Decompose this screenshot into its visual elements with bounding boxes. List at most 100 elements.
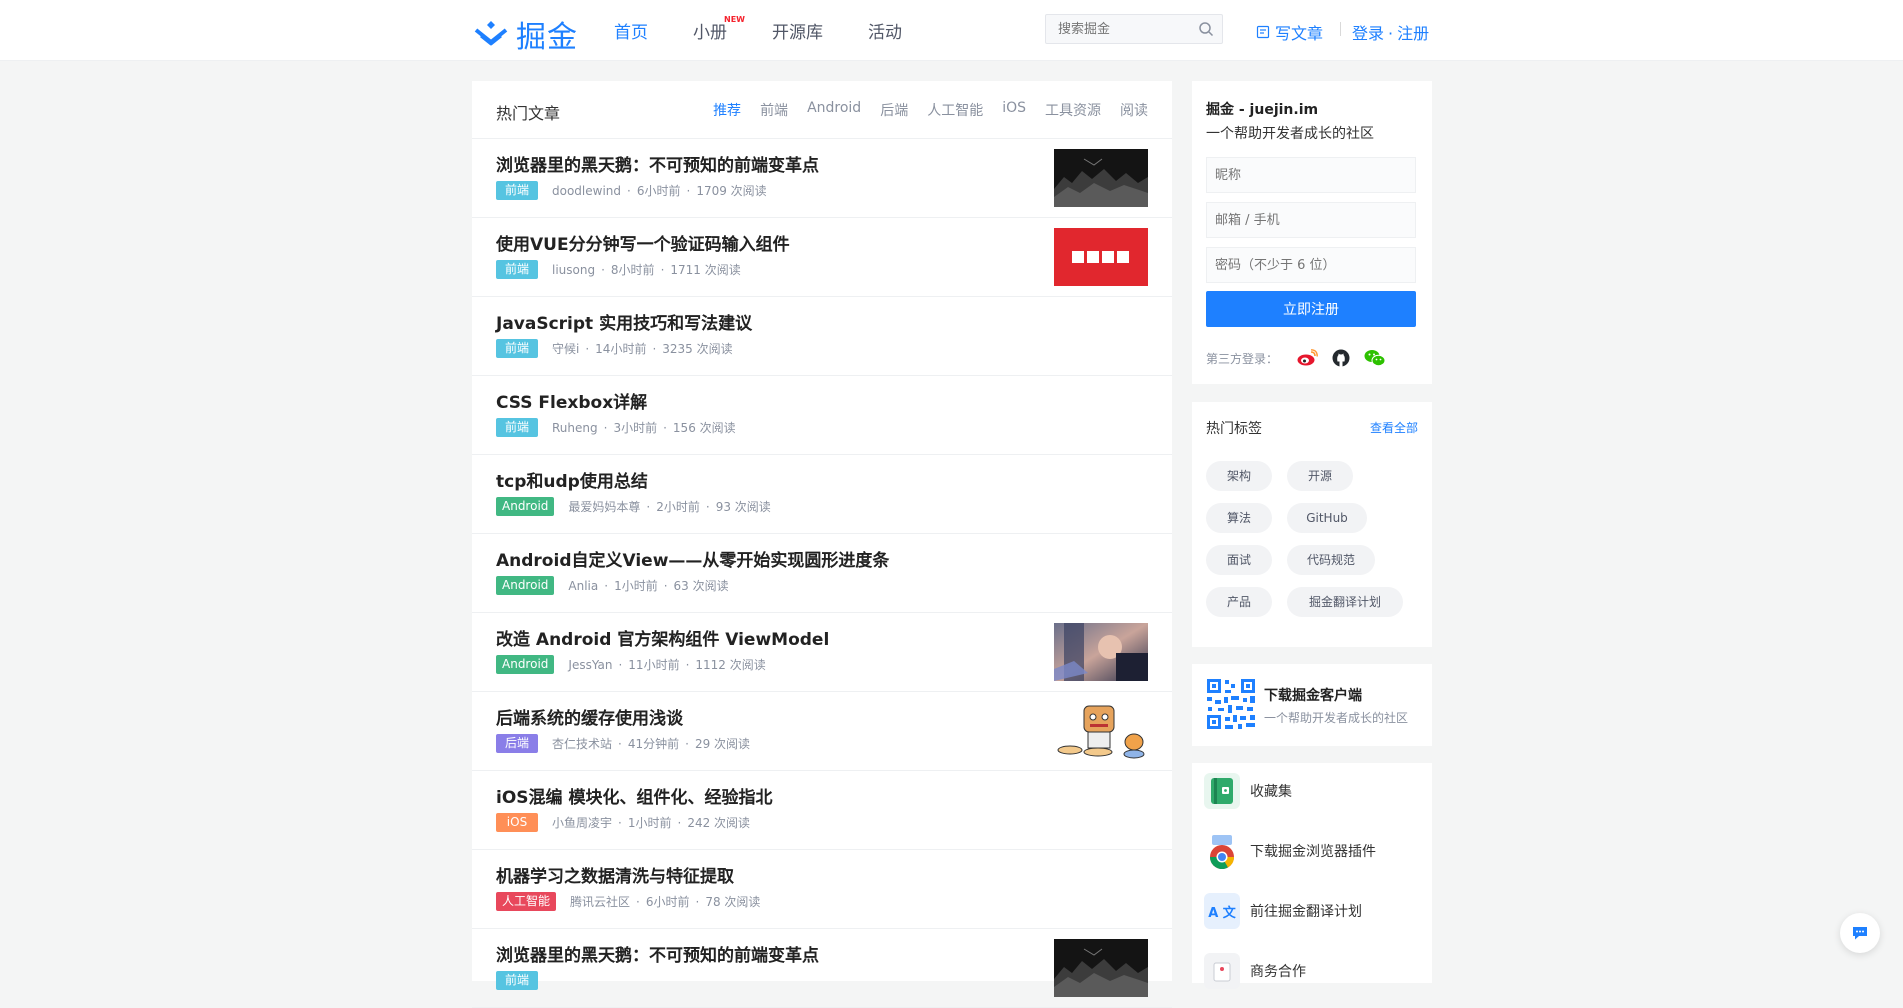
category-tag[interactable]: Android — [496, 497, 555, 516]
link-business[interactable]: 商务合作 — [1204, 953, 1306, 989]
email-phone-field[interactable] — [1206, 202, 1416, 238]
article-thumbnail[interactable] — [1054, 228, 1148, 286]
category-tag[interactable]: Android — [496, 655, 555, 674]
tab-reading[interactable]: 阅读 — [1120, 100, 1148, 120]
article-meta: Android JessYan · 11小时前 · 1112 次阅读 — [496, 655, 766, 674]
article-title[interactable]: iOS混编 模块化、组件化、经验指北 — [496, 783, 772, 808]
tab-android[interactable]: Android — [807, 100, 861, 120]
tab-ios[interactable]: iOS — [1002, 100, 1026, 120]
article-title[interactable]: tcp和udp使用总结 — [496, 467, 648, 492]
category-tag[interactable]: 前端 — [496, 418, 538, 437]
meta-separator: · — [601, 262, 605, 277]
link-label: 商务合作 — [1250, 964, 1306, 980]
article-thumbnail[interactable] — [1054, 939, 1148, 997]
article-title[interactable]: 浏览器里的黑天鹅：不可预知的前端变革点 — [496, 941, 819, 966]
article-thumbnail[interactable] — [1054, 149, 1148, 207]
search-icon[interactable] — [1198, 21, 1214, 37]
article-time: 11小时前 — [628, 658, 680, 672]
write-article-button[interactable]: 写文章 — [1256, 20, 1323, 44]
search-input[interactable] — [1046, 15, 1210, 43]
meta-separator: · — [663, 578, 668, 593]
article-item[interactable]: 机器学习之数据清洗与特征提取 人工智能 腾讯云社区 · 6小时前 · 78 次阅读 — [472, 850, 1172, 929]
hot-tag[interactable]: 掘金翻译计划 — [1287, 587, 1403, 617]
tab-recommended[interactable]: 推荐 — [713, 100, 741, 120]
password-field[interactable] — [1206, 247, 1416, 283]
article-author[interactable]: JessYan — [568, 658, 612, 672]
article-item[interactable]: Android自定义View——从零开始实现圆形进度条 Android Anlia ·… — [472, 534, 1172, 613]
tab-frontend[interactable]: 前端 — [760, 100, 788, 120]
category-tag[interactable]: iOS — [496, 813, 538, 832]
article-item[interactable]: CSS Flexbox详解 前端 Ruheng · 3小时前 · 156 次阅读 — [472, 376, 1172, 455]
third-party-label: 第三方登录： — [1206, 351, 1279, 366]
login-link[interactable]: 登录 — [1352, 24, 1384, 43]
article-title[interactable]: 使用VUE分分钟写一个验证码输入组件 — [496, 230, 790, 255]
tab-ai[interactable]: 人工智能 — [927, 100, 983, 120]
category-tag[interactable]: 人工智能 — [496, 892, 557, 911]
article-reads: 29 次阅读 — [694, 737, 751, 751]
hot-tag[interactable]: 架构 — [1206, 461, 1272, 491]
chat-bubble-icon — [1853, 927, 1867, 940]
link-translation-plan[interactable]: A 文 前往掘金翻译计划 — [1204, 893, 1362, 929]
tab-tools[interactable]: 工具资源 — [1045, 100, 1101, 120]
article-author[interactable]: doodlewind — [552, 184, 621, 198]
article-author[interactable]: 小鱼周凌宇 — [552, 814, 612, 831]
article-title[interactable]: 改造 Android 官方架构组件 ViewModel — [496, 625, 829, 650]
register-link[interactable]: 注册 — [1397, 24, 1429, 43]
category-tag[interactable]: 前端 — [496, 339, 538, 358]
article-author[interactable]: 守候i — [552, 340, 579, 357]
app-download-card[interactable]: 下载掘金客户端 一个帮助开发者成长的社区 — [1192, 664, 1432, 746]
article-title[interactable]: Android自定义View——从零开始实现圆形进度条 — [496, 546, 889, 571]
tab-backend[interactable]: 后端 — [880, 100, 908, 120]
nav-item-books[interactable]: 小册 NEW — [693, 15, 745, 43]
hot-tag[interactable]: 代码规范 — [1287, 545, 1375, 575]
nav-item-repos[interactable]: 开源库 — [772, 18, 823, 43]
article-thumbnail[interactable] — [1054, 702, 1148, 760]
link-browser-extension[interactable]: 下载掘金浏览器插件 — [1204, 833, 1376, 869]
feed-title: 热门文章 — [496, 104, 561, 123]
article-author[interactable]: Anlia — [568, 579, 598, 593]
juejin-logo[interactable]: 掘金 — [472, 12, 578, 56]
wechat-icon[interactable] — [1364, 349, 1386, 367]
article-author[interactable]: 杏仁技术站 — [552, 735, 612, 752]
article-reads: 63 次阅读 — [673, 579, 729, 593]
category-tag[interactable]: Android — [496, 576, 555, 595]
article-thumbnail[interactable] — [1054, 623, 1148, 681]
link-collections[interactable]: 收藏集 — [1204, 773, 1292, 809]
article-item[interactable]: JavaScript 实用技巧和写法建议 前端 守候i · 14小时前 · 3235 次阅读 — [472, 297, 1172, 376]
article-author[interactable]: 腾讯云社区 — [570, 893, 630, 910]
article-author[interactable]: liusong — [552, 263, 595, 277]
nav-item-events[interactable]: 活动 — [868, 18, 902, 43]
article-item[interactable]: 使用VUE分分钟写一个验证码输入组件 前端 liusong · 8小时前 · 1711 次阅… — [472, 218, 1172, 297]
hot-tag[interactable]: 开源 — [1287, 461, 1353, 491]
article-item[interactable]: 浏览器里的黑天鹅：不可预知的前端变革点 前端 — [472, 929, 1172, 1008]
article-title[interactable]: 浏览器里的黑天鹅：不可预知的前端变革点 — [496, 151, 819, 176]
feedback-chat-button[interactable] — [1840, 913, 1880, 953]
category-tag[interactable]: 前端 — [496, 181, 538, 200]
article-title[interactable]: 后端系统的缓存使用浅谈 — [496, 704, 683, 729]
article-item[interactable]: tcp和udp使用总结 Android 最爱妈妈本尊 · 2小时前 · 93 次阅读 — [472, 455, 1172, 534]
hot-tag[interactable]: GitHub — [1287, 503, 1367, 533]
meta-separator: · — [663, 420, 667, 435]
article-item[interactable]: 后端系统的缓存使用浅谈 后端 杏仁技术站 · 41分钟前 · 29 次阅读 — [472, 692, 1172, 771]
nav-item-home[interactable]: 首页 — [614, 18, 648, 43]
view-all-tags-link[interactable]: 查看全部 — [1370, 419, 1418, 436]
weibo-icon[interactable] — [1296, 349, 1318, 367]
hot-tag[interactable]: 算法 — [1206, 503, 1272, 533]
article-time: 41分钟前 — [627, 737, 680, 751]
register-button[interactable]: 立即注册 — [1206, 291, 1416, 327]
article-title[interactable]: JavaScript 实用技巧和写法建议 — [496, 309, 752, 334]
nickname-field[interactable] — [1206, 157, 1416, 193]
article-title[interactable]: CSS Flexbox详解 — [496, 388, 647, 413]
category-tag[interactable]: 后端 — [496, 734, 538, 753]
article-author[interactable]: 最爱妈妈本尊 — [568, 498, 640, 515]
article-item[interactable]: iOS混编 模块化、组件化、经验指北 iOS 小鱼周凌宇 · 1小时前 · 242 次阅读 — [472, 771, 1172, 850]
github-icon[interactable] — [1332, 349, 1350, 367]
article-title[interactable]: 机器学习之数据清洗与特征提取 — [496, 862, 734, 887]
hot-tag[interactable]: 产品 — [1206, 587, 1272, 617]
article-author[interactable]: Ruheng — [552, 421, 598, 435]
article-item[interactable]: 浏览器里的黑天鹅：不可预知的前端变革点 前端 doodlewind · 6小时前 · 170… — [472, 139, 1172, 218]
article-item[interactable]: 改造 Android 官方架构组件 ViewModel Android JessYa… — [472, 613, 1172, 692]
category-tag[interactable]: 前端 — [496, 260, 538, 279]
hot-tag[interactable]: 面试 — [1206, 545, 1272, 575]
article-feed: 热门文章 推荐 前端 Android 后端 人工智能 iOS 工具资源 阅读 浏… — [472, 81, 1172, 1008]
